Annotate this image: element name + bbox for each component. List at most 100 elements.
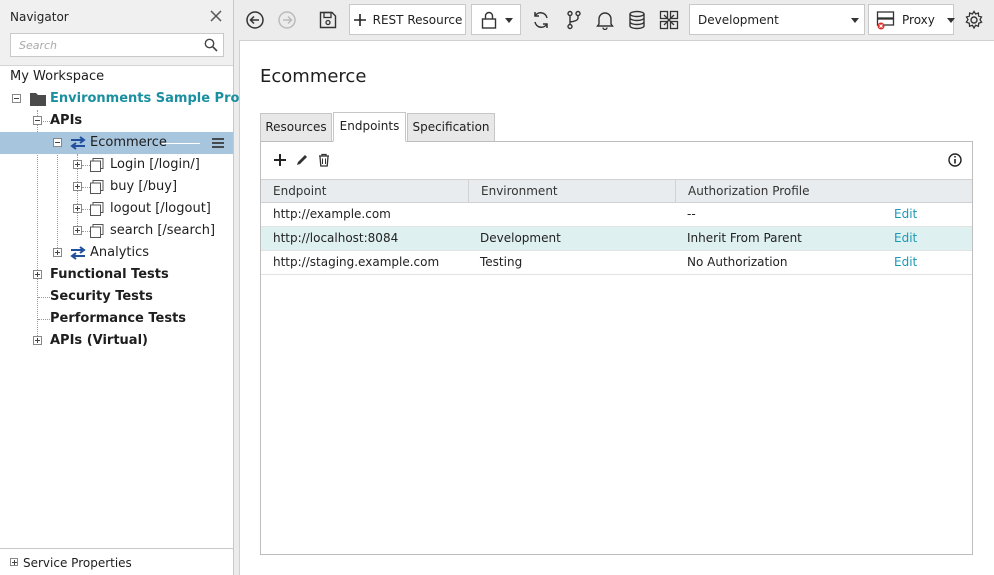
tree-item-label: My Workspace — [10, 69, 105, 84]
edit-link[interactable]: Edit — [882, 203, 917, 226]
database-icon — [629, 10, 645, 29]
refresh-button[interactable] — [529, 4, 553, 35]
chevron-down-icon — [505, 18, 513, 23]
authorization-cell: Inherit From Parent — [687, 231, 802, 245]
add-icon[interactable] — [273, 153, 287, 167]
endpoints-toolbar — [261, 142, 972, 179]
add-rest-resource-button[interactable]: REST Resource — [349, 4, 466, 35]
tree-item-analytics[interactable]: Analytics — [0, 242, 233, 264]
environment-value: Development — [698, 13, 779, 27]
table-row[interactable]: http://staging.example.com Testing No Au… — [261, 251, 972, 275]
settings-button[interactable] — [962, 4, 986, 35]
search-input[interactable] — [11, 34, 201, 56]
database-button[interactable] — [625, 4, 649, 35]
gear-icon — [965, 9, 983, 29]
expand-icon[interactable] — [73, 226, 82, 235]
expand-icon[interactable] — [73, 182, 82, 191]
column-header-endpoint[interactable]: Endpoint — [261, 180, 469, 202]
column-header-environment[interactable]: Environment — [468, 180, 675, 202]
navigator-header: Navigator — [0, 0, 233, 66]
column-header-authorization[interactable]: Authorization Profile — [675, 180, 972, 202]
tree-item-label: APIs — [50, 113, 83, 128]
environment-cell: Development — [480, 231, 561, 245]
tab-endpoints[interactable]: Endpoints — [333, 112, 406, 142]
branch-button[interactable] — [562, 4, 586, 35]
tree-item-label: Performance Tests — [50, 311, 187, 326]
tree-item-resource[interactable]: logout [/logout] — [0, 198, 233, 220]
table-row[interactable]: http://localhost:8084 Development Inheri… — [261, 227, 972, 251]
tree-item-label: buy [/buy] — [110, 179, 178, 194]
expand-icon[interactable] — [73, 204, 82, 213]
pencil-icon[interactable] — [295, 153, 309, 167]
endpoint-cell: http://localhost:8084 — [273, 231, 399, 245]
tab-resources[interactable]: Resources — [260, 113, 332, 142]
service-properties-label: Service Properties — [23, 556, 132, 570]
environment-select[interactable]: Development — [689, 4, 865, 35]
back-arrow-icon — [246, 10, 264, 29]
forward-arrow-icon — [278, 10, 296, 29]
table-row[interactable]: http://example.com -- Edit — [261, 203, 972, 227]
chevron-down-icon — [947, 18, 955, 23]
edit-link[interactable]: Edit — [882, 251, 917, 274]
trash-icon[interactable] — [317, 153, 331, 167]
tab-specification[interactable]: Specification — [407, 113, 495, 142]
proxy-button[interactable]: Proxy — [868, 4, 955, 35]
back-button[interactable] — [243, 4, 267, 35]
save-button[interactable] — [315, 4, 341, 35]
api-arrows-icon — [70, 136, 86, 150]
tree-item-security-tests[interactable]: Security Tests — [0, 286, 233, 308]
tree-item-label: Login [/login/] — [110, 157, 200, 172]
search-icon[interactable] — [204, 38, 218, 52]
collapse-icon[interactable] — [33, 116, 42, 125]
close-icon[interactable] — [208, 8, 224, 24]
resource-icon — [90, 202, 104, 216]
authorization-cell: -- — [687, 207, 696, 221]
lock-dropdown-button[interactable] — [471, 4, 521, 35]
mock-service-icon — [659, 10, 679, 29]
tree-item-functional-tests[interactable]: Functional Tests — [0, 264, 233, 286]
tree-item-ecommerce[interactable]: Ecommerce — [0, 132, 233, 154]
forward-button[interactable] — [275, 4, 299, 35]
proxy-server-icon — [876, 10, 895, 29]
tree-item-apis-virtual[interactable]: APIs (Virtual) — [0, 330, 233, 352]
expand-icon[interactable] — [33, 336, 42, 345]
plus-icon — [353, 13, 366, 26]
expand-icon[interactable] — [10, 558, 18, 566]
tree-item-resource[interactable]: buy [/buy] — [0, 176, 233, 198]
tree-item-resource[interactable]: Login [/login/] — [0, 154, 233, 176]
tree-item-label: Functional Tests — [50, 267, 169, 282]
edit-link[interactable]: Edit — [882, 227, 917, 250]
tree-item-project[interactable]: Environments Sample Project — [0, 88, 267, 110]
tree-item-apis[interactable]: APIs — [0, 110, 233, 132]
endpoint-cell: http://staging.example.com — [273, 255, 440, 269]
tree-item-label: Ecommerce — [90, 135, 167, 150]
lock-icon — [481, 11, 497, 29]
tree-item-workspace[interactable]: My Workspace — [0, 66, 233, 88]
tree-item-label: Security Tests — [50, 289, 153, 304]
tree-item-performance-tests[interactable]: Performance Tests — [0, 308, 233, 330]
expand-icon[interactable] — [53, 248, 62, 257]
tree-item-label: Analytics — [90, 245, 150, 260]
menu-icon[interactable] — [212, 138, 224, 148]
navigator-title: Navigator — [10, 10, 69, 24]
tree-item-resource[interactable]: search [/search] — [0, 220, 233, 242]
tree-item-label: logout [/logout] — [110, 201, 211, 216]
service-properties-bar[interactable]: Service Properties — [0, 548, 233, 575]
notifications-button[interactable] — [593, 4, 617, 35]
toolbar: REST Resource Development Proxy — [235, 0, 994, 40]
tree-item-label: search [/search] — [110, 223, 216, 238]
expand-icon[interactable] — [73, 160, 82, 169]
expand-icon[interactable] — [33, 270, 42, 279]
tree-item-label: Environments Sample Project — [50, 91, 267, 106]
collapse-icon[interactable] — [12, 94, 21, 103]
rest-resource-label: REST Resource — [372, 12, 463, 27]
collapse-icon[interactable] — [53, 138, 62, 147]
proxy-label: Proxy — [902, 12, 935, 27]
git-branch-icon — [567, 10, 581, 29]
folder-icon — [30, 93, 46, 106]
navigator-panel: Navigator My Workspace Environments Samp… — [0, 0, 267, 575]
mock-service-button[interactable] — [657, 4, 681, 35]
endpoint-cell: http://example.com — [273, 207, 391, 221]
table-header: Endpoint Environment Authorization Profi… — [261, 179, 972, 203]
info-icon[interactable] — [948, 153, 962, 167]
